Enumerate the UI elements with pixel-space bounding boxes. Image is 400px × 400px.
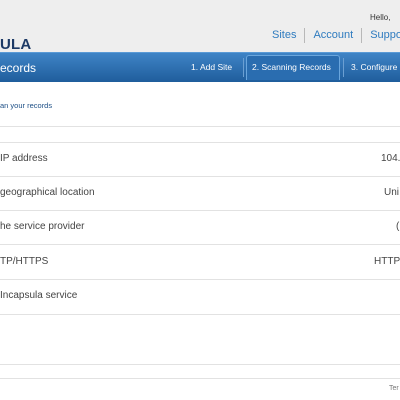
divider: [0, 210, 400, 211]
row-service-label: Incapsula service: [0, 290, 78, 301]
nav-support-link[interactable]: Suppo: [370, 29, 400, 41]
row-provider-value: (: [396, 221, 400, 232]
row-provider-label: he service provider: [0, 221, 85, 232]
divider: [0, 126, 400, 127]
divider: [0, 314, 400, 315]
scan-subtitle: an your records: [0, 101, 53, 110]
nav-account-link[interactable]: Account: [313, 29, 353, 41]
top-nav: Sites Account Suppo: [272, 26, 400, 44]
row-protocol-label: TP/HTTPS: [0, 256, 49, 267]
nav-divider: [361, 27, 363, 43]
nav-divider: [304, 27, 306, 43]
page-title: ecords: [0, 61, 37, 75]
step-divider: [343, 58, 344, 77]
nav-sites-link[interactable]: Sites: [272, 29, 296, 41]
row-protocol-value: HTTP: [374, 256, 400, 267]
step-configure[interactable]: 3. Configure: [351, 62, 397, 72]
wizard-bar: ecords 1. Add Site 2. Scanning Records 3…: [0, 52, 400, 82]
divider: [0, 279, 400, 280]
row-location-value: Uni: [384, 187, 400, 198]
footer-terms-link[interactable]: Ter: [389, 385, 399, 392]
divider: [0, 142, 400, 143]
step-divider: [243, 58, 244, 77]
divider: [0, 244, 400, 245]
row-ip-address-value: 104.: [381, 153, 400, 164]
footer-divider: [0, 378, 400, 379]
divider: [0, 364, 400, 365]
row-location-label: geographical location: [0, 187, 95, 198]
row-ip-address-label: IP address: [0, 153, 48, 164]
step-add-site[interactable]: 1. Add Site: [191, 62, 232, 72]
incapsula-logo[interactable]: ULA: [0, 36, 31, 53]
divider: [0, 176, 400, 177]
greeting-text: Hello,: [370, 13, 391, 22]
step-scanning-records[interactable]: 2. Scanning Records: [252, 62, 331, 72]
